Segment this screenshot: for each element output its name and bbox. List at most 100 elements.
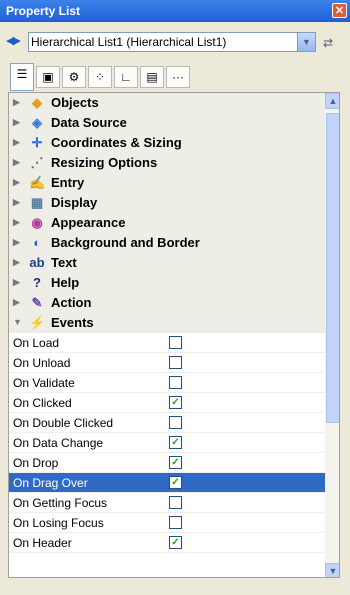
expand-arrow-icon[interactable]: ▶ — [13, 257, 20, 268]
event-label: On Data Change — [13, 436, 104, 450]
category-help[interactable]: ▶? Help — [9, 273, 325, 293]
expand-arrow-icon[interactable]: ▶ — [13, 97, 20, 108]
expand-arrow-icon[interactable]: ▶ — [13, 157, 20, 168]
event-label: On Drag Over — [13, 476, 88, 490]
event-label: On Double Clicked — [13, 416, 114, 430]
tab-list[interactable]: ☰ — [10, 63, 34, 91]
event-row[interactable]: On Double Clicked — [9, 413, 325, 433]
event-checkbox[interactable] — [169, 336, 182, 349]
category-label: Action — [51, 295, 92, 310]
event-checkbox[interactable]: ✓ — [169, 456, 182, 469]
event-label: On Clicked — [13, 396, 72, 410]
expand-arrow-icon[interactable]: ▶ — [13, 117, 20, 128]
event-row[interactable]: On Clicked ✓ — [9, 393, 325, 413]
tab-form[interactable]: ▣ — [36, 66, 60, 88]
category-label: Background and Border — [51, 235, 200, 250]
entry-icon: ✍ — [29, 175, 46, 190]
event-checkbox[interactable] — [169, 416, 182, 429]
data-source-icon: ◈ — [32, 115, 42, 130]
category-display[interactable]: ▶ ▦ Display — [9, 193, 325, 213]
event-row[interactable]: On Drop ✓ — [9, 453, 325, 473]
category-action[interactable]: ▶ ✎ Action — [9, 293, 325, 313]
vertical-scrollbar[interactable]: ▲ ▼ — [325, 93, 339, 577]
expand-arrow-icon[interactable]: ▶ — [13, 277, 20, 288]
event-row[interactable]: On Drag Over ✓ — [9, 473, 325, 493]
category-entry[interactable]: ▶ ✍ Entry — [9, 173, 325, 193]
gear-icon: ⚙ — [68, 70, 80, 84]
appearance-icon: ◉ — [31, 215, 43, 230]
tab-more[interactable]: ··· — [166, 66, 190, 88]
property-list-panel: ▲ ▼ ▶ ◆ Objects ▶ ◈ Data Source ▶ ✛ Coordinates … — [8, 92, 340, 578]
event-checkbox[interactable]: ✓ — [169, 536, 182, 549]
category-data-source[interactable]: ▶ ◈ Data Source — [9, 113, 325, 133]
events-icon: ⚡ — [29, 315, 46, 330]
category-text[interactable]: ▶ ab Text — [9, 253, 325, 273]
event-label: On Load — [13, 336, 60, 350]
event-label: On Drop — [13, 456, 59, 470]
property-tabs: ☰ ▣ ⚙ ⁘ ∟ ▤ ··· — [10, 62, 310, 92]
event-checkbox[interactable]: ✓ — [169, 476, 182, 489]
text-icon: ab — [29, 255, 45, 270]
event-row[interactable]: On Unload — [9, 353, 325, 373]
event-checkbox[interactable] — [169, 516, 182, 529]
more-icon: ··· — [172, 70, 184, 84]
scroll-thumb[interactable] — [326, 113, 339, 423]
scroll-down-button[interactable]: ▼ — [325, 563, 339, 577]
event-label: On Unload — [13, 356, 71, 370]
event-label: On Header — [13, 536, 72, 550]
event-label: On Validate — [13, 376, 75, 390]
event-row[interactable]: On Getting Focus — [9, 493, 325, 513]
category-label: Entry — [51, 175, 85, 190]
event-checkbox[interactable]: ✓ — [169, 396, 182, 409]
window-title: Property List — [6, 4, 81, 18]
event-row[interactable]: On Data Change ✓ — [9, 433, 325, 453]
action-icon: ✎ — [31, 295, 43, 310]
category-background-and-border[interactable]: ▶ ◐ Background and Border — [9, 233, 325, 253]
chevron-down-icon[interactable]: ▼ — [297, 33, 315, 51]
category-appearance[interactable]: ▶ ◉ Appearance — [9, 213, 325, 233]
object-selector-value: Hierarchical List1 (Hierarchical List1) — [31, 35, 227, 49]
close-button[interactable]: ✕ — [332, 3, 347, 18]
event-checkbox[interactable] — [169, 496, 182, 509]
objects-icon: ◆ — [32, 95, 42, 110]
category-coordinates-sizing[interactable]: ▶ ✛ Coordinates & Sizing — [9, 133, 325, 153]
expand-arrow-icon[interactable]: ▶ — [13, 197, 20, 208]
category-events[interactable]: ▼ ⚡ Events — [9, 313, 325, 333]
tab-shapes[interactable]: ⁘ — [88, 66, 112, 88]
category-resizing-options[interactable]: ▶ ⋰ Resizing Options — [9, 153, 325, 173]
category-label: Appearance — [51, 215, 126, 230]
swap-icon[interactable]: ⇄ — [323, 36, 343, 50]
expand-arrow-icon[interactable]: ▶ — [13, 177, 20, 188]
event-checkbox[interactable] — [169, 376, 182, 389]
expand-arrow-icon[interactable]: ▶ — [13, 137, 20, 148]
category-label: Text — [51, 255, 77, 270]
event-label: On Getting Focus — [13, 496, 108, 510]
tab-gear[interactable]: ⚙ — [62, 66, 86, 88]
tab-chart[interactable]: ∟ — [114, 66, 138, 88]
event-checkbox[interactable]: ✓ — [169, 436, 182, 449]
event-row[interactable]: On Load — [9, 333, 325, 353]
expand-arrow-icon[interactable]: ▶ — [13, 297, 20, 308]
category-objects[interactable]: ▶ ◆ Objects — [9, 93, 325, 113]
expand-arrow-icon[interactable]: ▶ — [13, 237, 20, 248]
event-label: On Losing Focus — [13, 516, 104, 530]
title-bar: Property List ✕ — [0, 0, 350, 22]
display-icon: ▦ — [30, 195, 44, 210]
nav-arrows-icon[interactable]: ◀▶ — [6, 34, 26, 50]
expand-arrow-icon[interactable]: ▶ — [13, 217, 20, 228]
resizing-icon: ⋰ — [30, 155, 44, 170]
category-label: Resizing Options — [51, 155, 158, 170]
tab-monitor[interactable]: ▤ — [140, 66, 164, 88]
expand-arrow-icon[interactable]: ▼ — [13, 317, 22, 327]
event-checkbox[interactable] — [169, 356, 182, 369]
event-row[interactable]: On Header ✓ — [9, 533, 325, 553]
scroll-up-button[interactable]: ▲ — [325, 93, 339, 109]
form-icon: ▣ — [42, 70, 54, 84]
event-row[interactable]: On Losing Focus — [9, 513, 325, 533]
background-icon: ◐ — [33, 235, 41, 250]
category-label: Help — [51, 275, 80, 290]
shapes-icon: ⁘ — [94, 70, 106, 84]
monitor-icon: ▤ — [146, 70, 158, 84]
object-selector-dropdown[interactable]: Hierarchical List1 (Hierarchical List1) … — [28, 32, 316, 52]
event-row[interactable]: On Validate — [9, 373, 325, 393]
